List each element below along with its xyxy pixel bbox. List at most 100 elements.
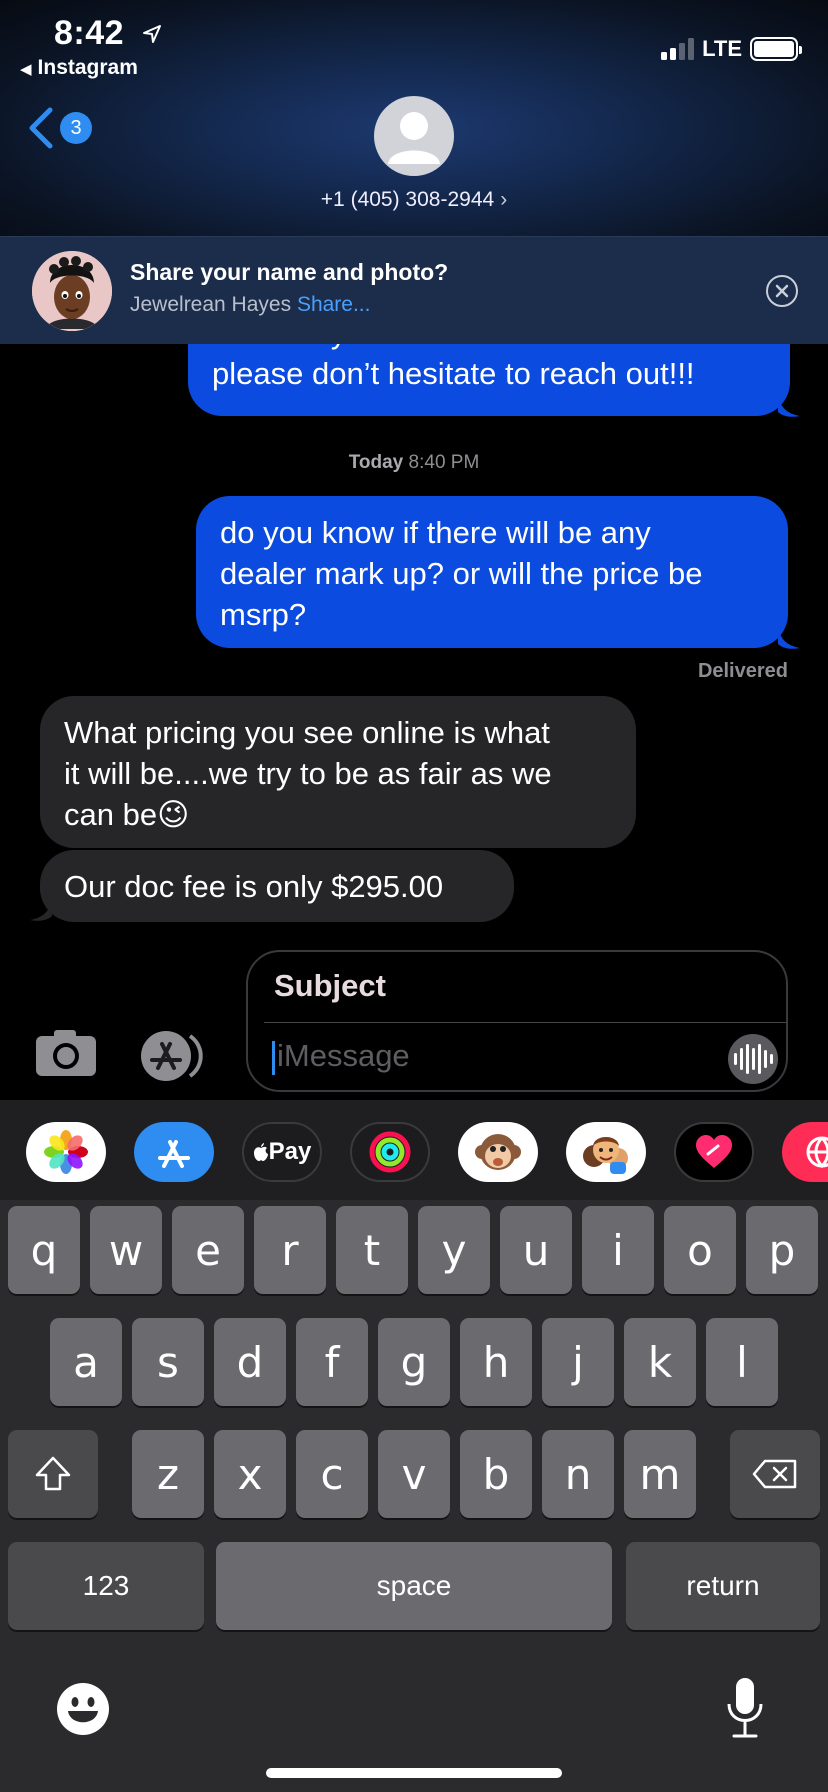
key-i[interactable]: i: [582, 1206, 654, 1294]
digital-touch-app-icon[interactable]: [674, 1122, 754, 1182]
keyboard: q w e r t y u i o p a s d f g h j k l z …: [0, 1200, 828, 1792]
chevron-left-icon: [29, 107, 53, 149]
message-compose-field[interactable]: Subject iMessage: [246, 950, 788, 1092]
key-w[interactable]: w: [90, 1206, 162, 1294]
clipped-message-area: the safety tech that it come with it ple…: [0, 344, 828, 424]
battery-icon: [750, 37, 802, 61]
text-cursor: [272, 1040, 275, 1075]
unread-count-badge: 3: [60, 112, 92, 144]
photos-flower-icon: [44, 1130, 88, 1174]
photos-app-icon[interactable]: [26, 1122, 106, 1182]
cellular-signal-icon: [661, 38, 695, 60]
message-line: dealer mark up? or will the price be: [220, 556, 703, 591]
apple-logo-icon: [253, 1143, 268, 1161]
message-bubble-incoming[interactable]: Our doc fee is only $295.00: [40, 850, 514, 922]
app-store-app-icon[interactable]: [134, 1122, 214, 1182]
key-p[interactable]: p: [746, 1206, 818, 1294]
web-images-app-icon[interactable]: [782, 1122, 828, 1182]
key-y[interactable]: y: [418, 1206, 490, 1294]
audio-message-icon[interactable]: [728, 1034, 778, 1084]
message-bubble-outgoing[interactable]: the safety tech that it come with it ple…: [188, 344, 790, 416]
key-g[interactable]: g: [378, 1318, 450, 1406]
apple-pay-label: Pay: [268, 1138, 312, 1165]
message-line: the safety tech that it come with it: [212, 344, 766, 353]
memoji-stickers-app-icon[interactable]: [566, 1122, 646, 1182]
message-placeholder: iMessage: [277, 1038, 410, 1073]
close-icon[interactable]: [766, 275, 798, 307]
key-a[interactable]: a: [50, 1318, 122, 1406]
key-n[interactable]: n: [542, 1430, 614, 1518]
compose-divider: [264, 1022, 786, 1023]
key-x[interactable]: x: [214, 1430, 286, 1518]
key-d[interactable]: d: [214, 1318, 286, 1406]
app-store-icon[interactable]: [140, 1030, 212, 1082]
microphone-icon[interactable]: [724, 1676, 766, 1740]
key-q[interactable]: q: [8, 1206, 80, 1294]
share-name-photo-banner[interactable]: Share your name and photo? Jewelrean Hay…: [0, 236, 828, 344]
animoji-app-icon[interactable]: [458, 1122, 538, 1182]
backspace-icon: [752, 1459, 797, 1489]
key-m[interactable]: m: [624, 1430, 696, 1518]
numbers-key[interactable]: 123: [8, 1542, 204, 1630]
key-s[interactable]: s: [132, 1318, 204, 1406]
message-line: What pricing you see online is what: [64, 715, 550, 750]
x-mark-icon: [775, 284, 789, 298]
key-z[interactable]: z: [132, 1430, 204, 1518]
clock-text: 8:42: [54, 14, 125, 52]
imessage-app-drawer: Pay: [0, 1100, 828, 1200]
person-silhouette-icon: [388, 112, 440, 164]
message-bubble-incoming[interactable]: What pricing you see online is what it w…: [40, 696, 636, 848]
back-button[interactable]: 3: [22, 104, 92, 152]
message-input[interactable]: iMessage: [272, 1038, 410, 1075]
key-r[interactable]: r: [254, 1206, 326, 1294]
back-to-app-link[interactable]: ◀ Instagram: [20, 56, 138, 80]
bubble-tail: [778, 626, 800, 649]
network-type: LTE: [702, 36, 742, 61]
wink-emoji: 😉: [157, 797, 190, 832]
timestamp-time: 8:40 PM: [408, 452, 480, 473]
memoji-stickers-icon: [583, 1137, 628, 1174]
key-c[interactable]: c: [296, 1430, 368, 1518]
message-line: please don’t hesitate to reach out!!!: [212, 356, 695, 391]
message-line: do you know if there will be any: [220, 515, 651, 550]
key-j[interactable]: j: [542, 1318, 614, 1406]
back-triangle-icon: ◀: [20, 61, 32, 78]
key-b[interactable]: b: [460, 1430, 532, 1518]
message-bubble-outgoing[interactable]: do you know if there will be any dealer …: [196, 496, 788, 648]
delivered-status: Delivered: [697, 660, 788, 682]
status-indicators: LTE: [661, 36, 802, 62]
share-banner-title: Share your name and photo?: [130, 259, 449, 285]
apple-pay-app-icon[interactable]: Pay: [242, 1122, 322, 1182]
heart-icon: [696, 1135, 732, 1168]
activity-app-icon[interactable]: [350, 1122, 430, 1182]
emoji-icon[interactable]: [56, 1682, 110, 1736]
key-h[interactable]: h: [460, 1318, 532, 1406]
home-indicator[interactable]: [266, 1768, 562, 1778]
key-e[interactable]: e: [172, 1206, 244, 1294]
shift-key[interactable]: [8, 1430, 98, 1518]
key-v[interactable]: v: [378, 1430, 450, 1518]
key-o[interactable]: o: [664, 1206, 736, 1294]
space-key[interactable]: space: [216, 1542, 612, 1630]
shift-arrow-icon: [35, 1456, 71, 1491]
key-f[interactable]: f: [296, 1318, 368, 1406]
contact-name-button[interactable]: +1 (405) 308-2944 ›: [0, 188, 828, 212]
key-l[interactable]: l: [706, 1318, 778, 1406]
key-k[interactable]: k: [624, 1318, 696, 1406]
activity-rings-icon: [369, 1131, 411, 1173]
camera-icon[interactable]: [34, 1028, 98, 1078]
message-line: msrp?: [220, 597, 307, 632]
contact-avatar[interactable]: [374, 96, 454, 176]
share-link[interactable]: Share...: [297, 293, 371, 316]
return-key[interactable]: return: [626, 1542, 820, 1630]
share-banner-subtitle: Jewelrean Hayes Share...: [130, 293, 370, 317]
delete-key[interactable]: [730, 1430, 820, 1518]
subject-field[interactable]: Subject: [274, 968, 386, 1004]
message-line: can be😉: [64, 794, 612, 835]
key-t[interactable]: t: [336, 1206, 408, 1294]
share-banner-name: Jewelrean Hayes: [130, 293, 292, 316]
message-line: it will be....we try to be as fair as we: [64, 756, 552, 791]
key-u[interactable]: u: [500, 1206, 572, 1294]
message-timestamp: Today 8:40 PM: [0, 452, 828, 474]
monkey-face-icon: [475, 1134, 521, 1170]
